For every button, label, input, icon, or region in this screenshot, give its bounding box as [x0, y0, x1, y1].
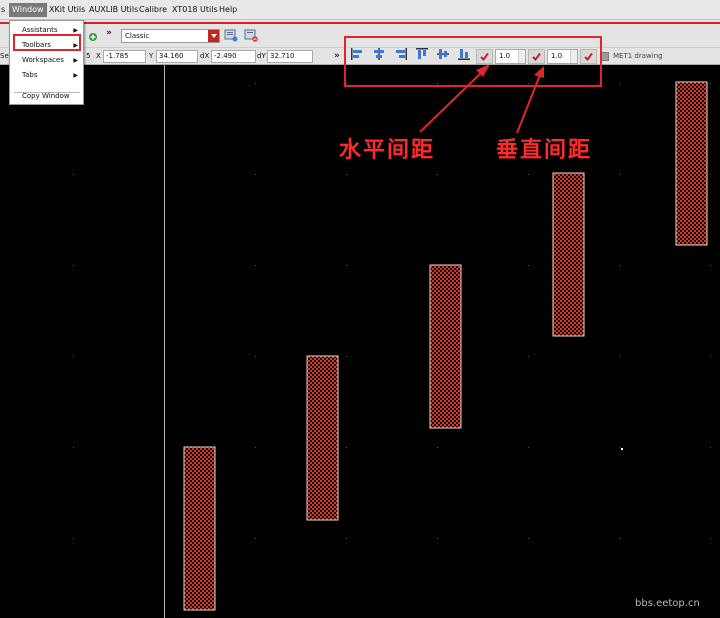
workspace-save-icon[interactable] [224, 28, 238, 42]
toolbar-red-underline [0, 22, 720, 24]
x-label: X [96, 52, 101, 60]
toolbar-overflow-chevron[interactable]: » [106, 28, 112, 38]
dx-label: dX [200, 52, 210, 60]
layer-name: MET1 drawing [613, 52, 663, 60]
annotation-horizontal-spacing: 水平间距 [339, 138, 436, 163]
toolbars-item-highlight [13, 34, 81, 51]
y-label: Y [149, 52, 154, 60]
menu-item-workspaces[interactable]: Workspaces ▶ [10, 54, 83, 67]
align-toolbar-chevron[interactable]: » [334, 51, 340, 61]
partial-label-num: 5 [86, 52, 91, 60]
annotation-vertical-spacing: 垂直间距 [496, 138, 593, 163]
workspace-delete-icon[interactable] [244, 28, 258, 42]
menu-item-tabs[interactable]: Tabs ▶ [10, 69, 83, 82]
x-coord-field[interactable]: -1.785 [103, 50, 146, 63]
layer-selector[interactable]: MET1 drawing [600, 50, 715, 63]
menu-item-copy-window[interactable]: Copy Window [10, 90, 83, 103]
partial-label-se: Se [0, 52, 9, 60]
chevron-right-icon: ▶ [73, 57, 78, 64]
metal-rect[interactable] [183, 446, 216, 611]
menu-xkit-utils[interactable]: XKit Utils [46, 3, 88, 17]
menu-bar: s Window XKit Utils AUXLIB Utils Calibre… [0, 0, 720, 20]
menu-help[interactable]: Help [216, 3, 240, 17]
metal-rect[interactable] [675, 81, 708, 246]
menu-item-label: Assistants [22, 26, 58, 34]
window-menu-dropdown: Assistants ▶ Toolbars ▶ Workspaces ▶ Tabs ▶ … [9, 20, 84, 105]
menu-auxlib-utils[interactable]: AUXLIB Utils [86, 3, 141, 17]
menu-item-label: Copy Window [22, 92, 70, 100]
chevron-down-icon[interactable] [208, 30, 219, 42]
menu-item-label: Workspaces [22, 56, 64, 64]
metal-rect[interactable] [429, 264, 462, 429]
menu-item-label: Tabs [22, 71, 38, 79]
metal-rect[interactable] [306, 355, 339, 521]
spacing-toolbar-highlight [344, 36, 602, 87]
chevron-right-icon: ▶ [73, 72, 78, 79]
menu-calibre[interactable]: Calibre [136, 3, 170, 17]
menu-partial[interactable]: s [0, 3, 8, 17]
cursor-crosshair-line [164, 65, 165, 618]
add-icon[interactable] [84, 28, 98, 42]
dy-coord-field[interactable]: 32.710 [267, 50, 313, 63]
workspace-combo[interactable]: Classic [121, 29, 220, 43]
watermark: bbs.eetop.cn [635, 598, 700, 609]
dy-label: dY [257, 52, 266, 60]
dx-coord-field[interactable]: -2.490 [211, 50, 256, 63]
y-coord-field[interactable]: 34.160 [156, 50, 198, 63]
menu-xt018-utils[interactable]: XT018 Utils [169, 3, 221, 17]
menu-window[interactable]: Window [9, 3, 47, 17]
workspace-combo-value: Classic [125, 32, 150, 40]
origin-marker [621, 448, 623, 450]
metal-rect[interactable] [552, 172, 585, 337]
